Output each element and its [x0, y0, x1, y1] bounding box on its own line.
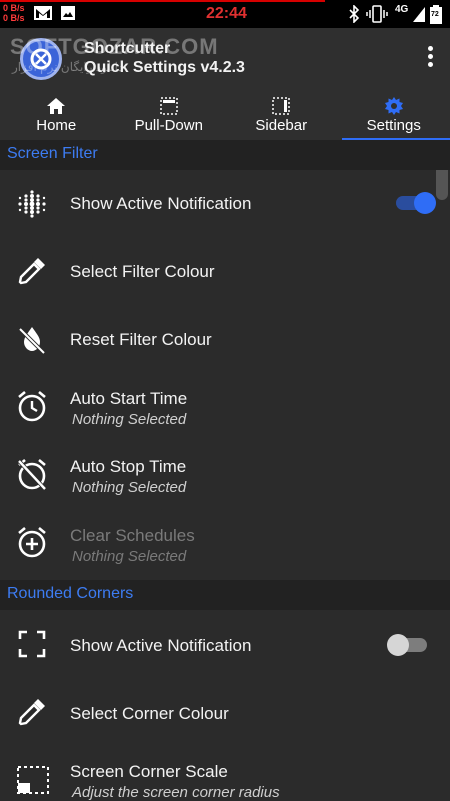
app-bar: SOFTGOZAR.COM دانلود رایگان نرم افزار Sh… [0, 28, 450, 90]
row-title: Auto Start Time [70, 389, 187, 409]
bluetooth-icon [348, 5, 360, 23]
notification-toggle-corners[interactable] [391, 638, 427, 652]
net-down-speed: 0 B/s [3, 13, 25, 23]
alarm-off-icon [16, 457, 48, 491]
row-reset-filter-colour[interactable]: Reset Filter Colour [0, 304, 450, 372]
eyedropper-icon [16, 255, 48, 287]
tab-pull-down[interactable]: Pull-Down [113, 90, 226, 140]
row-title: Screen Corner Scale [70, 762, 228, 782]
tab-label: Settings [338, 117, 450, 134]
row-auto-start-time[interactable]: Auto Start Time Nothing Selected [0, 372, 450, 440]
section-header-screen-filter: Screen Filter [0, 140, 450, 170]
vibrate-icon [366, 5, 388, 23]
network-type: 4G [395, 4, 408, 15]
mail-icon [33, 5, 53, 21]
alarm-add-icon [16, 525, 48, 559]
row-title: Select Corner Colour [70, 704, 229, 724]
battery-level: 72 [431, 11, 439, 18]
row-subtitle: Nothing Selected [72, 411, 186, 428]
section-title: Rounded Corners [7, 585, 133, 603]
tab-label: Home [0, 117, 113, 134]
tab-label: Sidebar [225, 117, 338, 134]
row-title: Show Active Notification [70, 194, 251, 214]
row-screen-corner-scale[interactable]: Screen Corner Scale Adjust the screen co… [0, 746, 450, 800]
alarm-icon [16, 389, 48, 423]
app-title-line2: Quick Settings v4.2.3 [84, 58, 245, 77]
section-title: Screen Filter [7, 145, 98, 163]
row-select-filter-colour[interactable]: Select Filter Colour [0, 236, 450, 304]
row-title: Reset Filter Colour [70, 330, 212, 350]
corner-scale-icon [16, 764, 50, 796]
row-show-active-notification-corners[interactable]: Show Active Notification [0, 610, 450, 678]
row-subtitle: Adjust the screen corner radius [72, 784, 280, 801]
row-subtitle: Nothing Selected [72, 548, 186, 565]
row-title: Select Filter Colour [70, 262, 215, 282]
section-header-rounded-corners: Rounded Corners [0, 580, 450, 610]
net-up-speed: 0 B/s [3, 3, 25, 13]
pulldown-grid-icon [160, 97, 178, 115]
row-show-active-notification-filter[interactable]: Show Active Notification [0, 170, 450, 236]
tab-label: Pull-Down [113, 117, 226, 134]
row-title: Clear Schedules [70, 526, 195, 546]
status-progress-line [0, 0, 325, 2]
more-vert-icon[interactable] [426, 46, 434, 70]
tab-settings[interactable]: Settings [338, 90, 450, 140]
sidebar-grid-icon [272, 97, 290, 115]
row-subtitle: Nothing Selected [72, 479, 186, 496]
row-clear-schedules[interactable]: Clear Schedules Nothing Selected [0, 508, 450, 578]
tab-bar: Home Pull-Down Sidebar Settings [0, 90, 450, 140]
signal-icon [412, 5, 426, 23]
fullscreen-corners-icon [16, 628, 48, 660]
gear-icon [384, 97, 404, 117]
tab-sidebar[interactable]: Sidebar [225, 90, 338, 140]
row-auto-stop-time[interactable]: Auto Stop Time Nothing Selected [0, 440, 450, 508]
eyedropper-icon [16, 696, 48, 728]
invert-colors-off-icon [16, 323, 48, 355]
app-title: Shortcutter Quick Settings v4.2.3 [84, 39, 245, 77]
status-bar: 0 B/s 0 B/s 22:44 4G 72 [0, 0, 450, 28]
row-select-corner-colour[interactable]: Select Corner Colour [0, 678, 450, 746]
image-icon [60, 5, 76, 21]
tab-home[interactable]: Home [0, 90, 113, 140]
dots-grid-icon [16, 188, 48, 220]
notification-toggle-filter[interactable] [396, 196, 432, 210]
app-title-line1: Shortcutter [84, 39, 245, 58]
network-speed: 0 B/s 0 B/s [3, 3, 25, 23]
status-clock: 22:44 [206, 5, 247, 23]
home-icon [46, 97, 66, 115]
row-title: Show Active Notification [70, 636, 251, 656]
row-title: Auto Stop Time [70, 457, 186, 477]
